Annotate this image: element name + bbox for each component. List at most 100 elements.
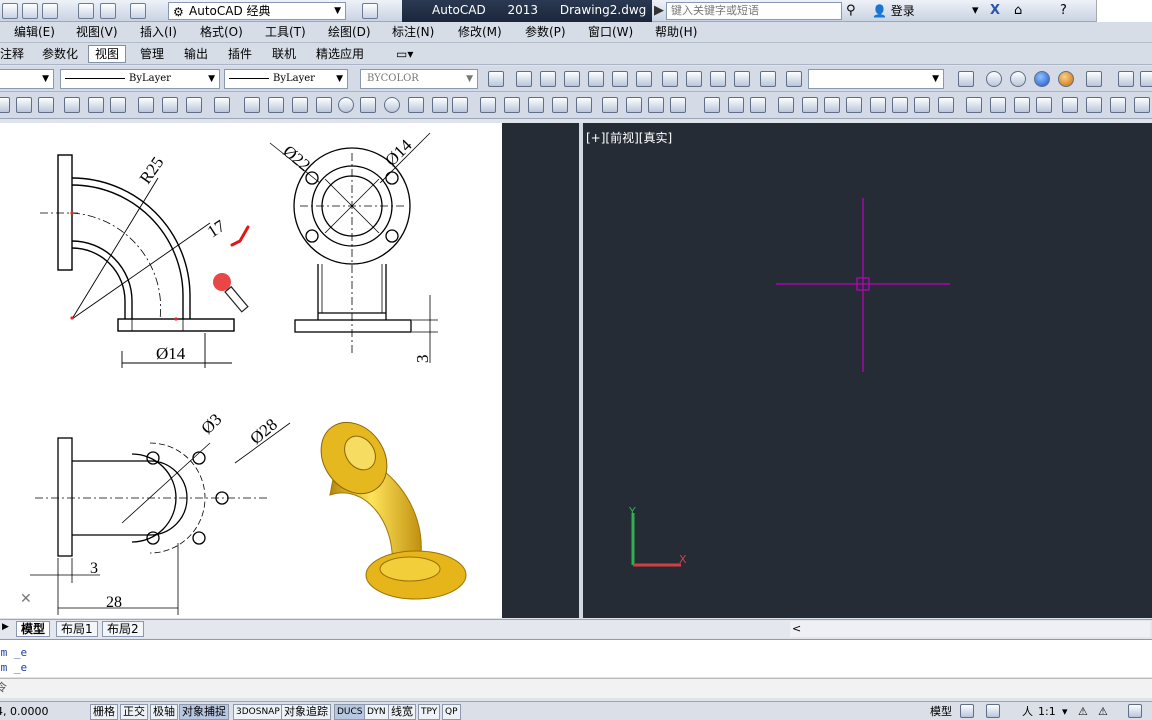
command-input[interactable]: 令	[0, 678, 1152, 698]
menu-modify[interactable]: 修改(M)	[458, 25, 502, 40]
visual-style-icon[interactable]	[1010, 71, 1026, 87]
solid-edit-icon[interactable]	[870, 97, 886, 113]
intersect-icon[interactable]	[750, 97, 766, 113]
window-controls[interactable]	[1096, 0, 1152, 22]
menu-insert[interactable]: 插入(I)	[140, 25, 177, 40]
align-icon[interactable]	[626, 97, 642, 113]
planar-surface-icon[interactable]	[452, 97, 468, 113]
annotation-scale-icon[interactable]: 人	[1022, 704, 1033, 719]
visual-style-icon[interactable]	[1034, 71, 1050, 87]
3dosnap-toggle[interactable]: 3DOSNAP	[233, 704, 283, 720]
zoom-icon[interactable]	[786, 71, 802, 87]
box-icon[interactable]	[244, 97, 260, 113]
polysolid-icon[interactable]	[432, 97, 448, 113]
menu-window[interactable]: 窗口(W)	[588, 25, 633, 40]
binoculars-icon[interactable]: ⚲	[846, 3, 856, 19]
annotation-scale[interactable]: 1:1	[1038, 704, 1056, 719]
tab-parametric[interactable]: 参数化	[42, 47, 78, 62]
layer-icon[interactable]	[362, 3, 378, 19]
model-space-button[interactable]: 模型	[930, 704, 952, 719]
tpy-toggle[interactable]: TPY	[418, 704, 441, 720]
sphere-icon[interactable]	[338, 97, 354, 113]
solid-edit-icon[interactable]	[938, 97, 954, 113]
grid-toggle[interactable]: 栅格	[90, 704, 118, 720]
tab-plugins[interactable]: 插件	[228, 47, 252, 62]
tab-annotate[interactable]: 注释	[0, 47, 24, 62]
ducs-toggle[interactable]: DUCS	[334, 704, 366, 720]
view-icon[interactable]	[636, 71, 652, 87]
viewport-left-tile[interactable]	[502, 123, 580, 618]
login-button[interactable]: 👤 登录	[872, 2, 915, 20]
qp-toggle[interactable]: QP	[442, 704, 461, 720]
horizontal-scrollbar[interactable]: <	[790, 621, 1150, 637]
menu-help[interactable]: 帮助(H)	[655, 25, 697, 40]
annotation-visibility-icon[interactable]: ⚠	[1078, 704, 1088, 719]
iso-view-icon[interactable]	[686, 71, 702, 87]
layout-icon[interactable]	[986, 704, 1000, 718]
array3d-icon[interactable]	[670, 97, 686, 113]
tool-icon[interactable]	[0, 97, 10, 113]
helix-icon[interactable]	[408, 97, 424, 113]
search-input[interactable]: 键入关键字或短语	[666, 2, 842, 20]
coordinates-readout[interactable]: 4, 0.0000	[0, 704, 84, 719]
open-icon[interactable]	[2, 3, 18, 19]
solid-edit-icon[interactable]	[1086, 97, 1102, 113]
print-icon[interactable]	[78, 3, 94, 19]
tool-icon[interactable]	[162, 97, 178, 113]
camera-icon[interactable]	[760, 71, 776, 87]
solid-edit-icon[interactable]	[778, 97, 794, 113]
view-icon[interactable]	[516, 71, 532, 87]
union-icon[interactable]	[704, 97, 720, 113]
tab-featured-apps[interactable]: 精选应用	[316, 47, 364, 62]
mirror3d-icon[interactable]	[648, 97, 664, 113]
solid-edit-icon[interactable]	[1036, 97, 1052, 113]
view-icon[interactable]	[588, 71, 604, 87]
undo-icon[interactable]	[100, 3, 116, 19]
store-icon[interactable]: ⌂	[1014, 3, 1022, 19]
presspull-icon[interactable]	[504, 97, 520, 113]
solid-edit-icon[interactable]	[1110, 97, 1126, 113]
menu-dimension[interactable]: 标注(N)	[392, 25, 434, 40]
lineweight-toggle[interactable]: 线宽	[388, 704, 416, 720]
solid-edit-icon[interactable]	[1134, 97, 1150, 113]
view-icon[interactable]	[612, 71, 628, 87]
menu-draw[interactable]: 绘图(D)	[328, 25, 371, 40]
menu-edit[interactable]: 编辑(E)	[14, 25, 55, 40]
layout-icon[interactable]	[960, 704, 974, 718]
gizmo-icon[interactable]	[602, 97, 618, 113]
tool-icon[interactable]	[214, 97, 230, 113]
save-icon[interactable]	[22, 3, 38, 19]
tool-icon[interactable]	[186, 97, 202, 113]
plotstyle-combo[interactable]: BYCOLOR ▼	[360, 69, 478, 89]
solid-edit-icon[interactable]	[824, 97, 840, 113]
menu-view[interactable]: 视图(V)	[76, 25, 118, 40]
redo-icon[interactable]	[130, 3, 146, 19]
loft-icon[interactable]	[576, 97, 592, 113]
exchange-icon[interactable]: X	[990, 3, 1000, 19]
dyn-toggle[interactable]: DYN	[364, 704, 389, 720]
tool-icon[interactable]	[64, 97, 80, 113]
tab-model[interactable]: 模型	[16, 621, 51, 637]
chevron-down-icon[interactable]: ▾	[1062, 704, 1068, 719]
menu-tools[interactable]: 工具(T)	[265, 25, 306, 40]
sweep-icon[interactable]	[528, 97, 544, 113]
tab-scroll-icon[interactable]: ▶	[2, 622, 9, 632]
menu-format[interactable]: 格式(O)	[200, 25, 243, 40]
extrude-icon[interactable]	[480, 97, 496, 113]
lineweight-combo[interactable]: ByLayer ▼	[224, 69, 348, 89]
tool-icon[interactable]	[88, 97, 104, 113]
tool-icon[interactable]	[16, 97, 32, 113]
solid-edit-icon[interactable]	[802, 97, 818, 113]
help-icon[interactable]: ?	[1060, 3, 1067, 19]
menu-parametric[interactable]: 参数(P)	[525, 25, 566, 40]
linetype-combo[interactable]: ByLayer ▼	[60, 69, 220, 89]
cylinder-icon[interactable]	[268, 97, 284, 113]
tab-layout2[interactable]: 布局2	[102, 621, 144, 637]
tab-online[interactable]: 联机	[272, 47, 296, 62]
polar-toggle[interactable]: 极轴	[150, 704, 178, 720]
revolve-icon[interactable]	[552, 97, 568, 113]
wedge-icon[interactable]	[360, 97, 376, 113]
tool-icon[interactable]	[138, 97, 154, 113]
view-icon[interactable]	[488, 71, 504, 87]
solid-edit-icon[interactable]	[990, 97, 1006, 113]
